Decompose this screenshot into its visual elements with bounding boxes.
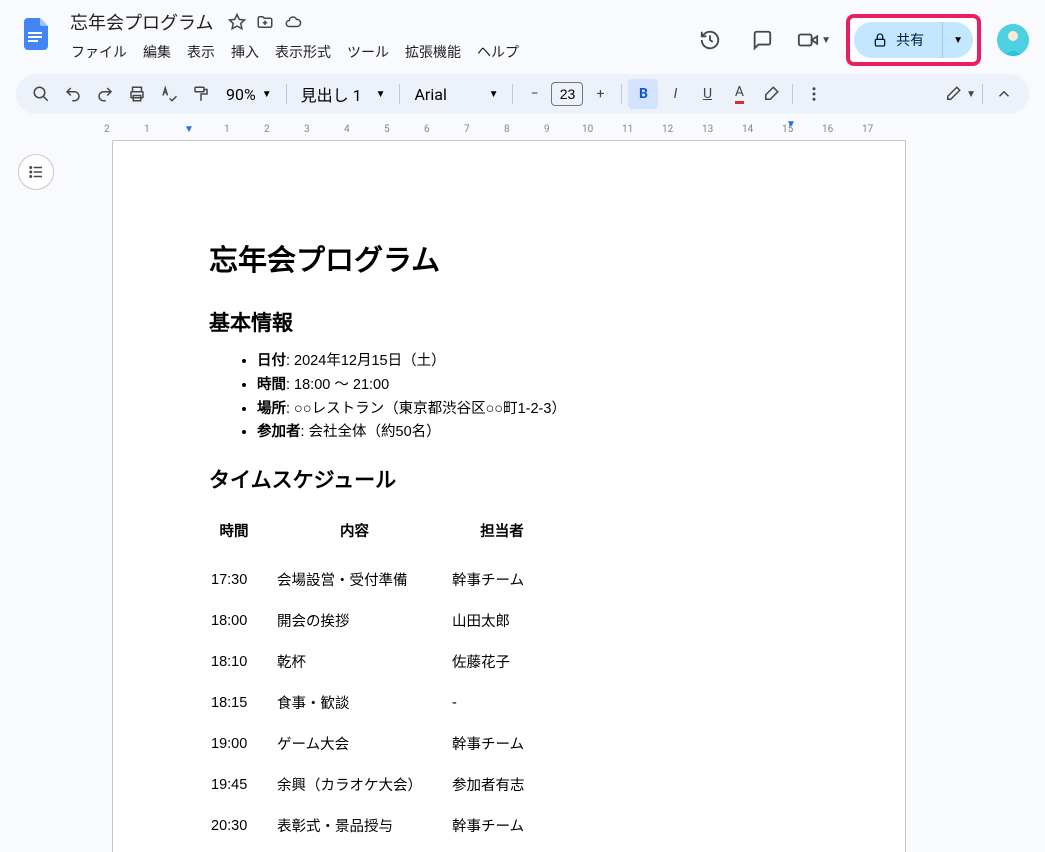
chevron-down-icon: ▼: [953, 35, 963, 46]
menu-extensions[interactable]: 拡張機能: [398, 38, 468, 66]
indent-marker-icon[interactable]: ▼: [184, 124, 194, 135]
doc-content-title: 忘年会プログラム: [209, 237, 809, 279]
undo-icon[interactable]: [58, 79, 88, 109]
share-label: 共有: [896, 30, 924, 50]
zoom-dropdown[interactable]: 90% ▼: [218, 85, 280, 104]
redo-icon[interactable]: [90, 79, 120, 109]
horizontal-ruler[interactable]: 2 1 ▼ 1 2 3 4 5 6 7 8 9 10 11 12 13 14 1…: [72, 122, 1029, 138]
schedule-table: 時間 内容 担当者 17:30会場設営・受付準備幹事チーム18:00開会の挨拶山…: [209, 508, 570, 846]
chevron-down-icon: ▼: [262, 89, 272, 100]
highlight-color-button[interactable]: [756, 79, 786, 109]
spellcheck-icon[interactable]: [154, 79, 184, 109]
docs-logo[interactable]: [16, 8, 56, 60]
menu-tools[interactable]: ツール: [340, 38, 396, 66]
toolbar: 90% ▼ 見出し 1 ▼ Arial ▼ − + B I U A ▼: [16, 74, 1029, 114]
paint-format-icon[interactable]: [186, 79, 216, 109]
table-row: 17:30会場設営・受付準備幹事チーム: [209, 559, 570, 600]
italic-button[interactable]: I: [660, 79, 690, 109]
menu-bar: ファイル 編集 表示 挿入 表示形式 ツール 拡張機能 ヘルプ: [64, 38, 690, 66]
menu-view[interactable]: 表示: [180, 38, 222, 66]
font-size-input[interactable]: [551, 82, 583, 106]
bold-button[interactable]: B: [628, 79, 658, 109]
edit-mode-button[interactable]: ▼: [944, 79, 976, 109]
separator: [512, 84, 513, 104]
document-page[interactable]: 忘年会プログラム 基本情報 日付: 2024年12月15日（土） 時間: 18:…: [112, 140, 906, 852]
star-icon[interactable]: [227, 12, 247, 32]
chevron-down-icon: ▼: [376, 89, 386, 100]
more-tools-icon[interactable]: [799, 79, 829, 109]
separator: [399, 84, 400, 104]
section-heading: タイムスケジュール: [209, 464, 809, 494]
menu-format[interactable]: 表示形式: [268, 38, 338, 66]
meet-button[interactable]: ▼: [794, 20, 834, 60]
table-row: 19:45余興（カラオケ大会）参加者有志: [209, 764, 570, 805]
style-value: 見出し 1: [301, 82, 362, 106]
menu-file[interactable]: ファイル: [64, 38, 134, 66]
text-color-button[interactable]: A: [724, 79, 754, 109]
table-row: 18:00開会の挨拶山田太郎: [209, 600, 570, 641]
font-dropdown[interactable]: Arial ▼: [406, 85, 506, 104]
separator: [792, 84, 793, 104]
table-row: 18:10乾杯佐藤花子: [209, 641, 570, 682]
history-icon[interactable]: [690, 20, 730, 60]
separator: [982, 84, 983, 104]
table-row: 18:15食事・歓談-: [209, 682, 570, 723]
menu-edit[interactable]: 編集: [136, 38, 178, 66]
table-row: 20:30表彰式・景品授与幹事チーム: [209, 805, 570, 846]
table-row: 19:00ゲーム大会幹事チーム: [209, 723, 570, 764]
doc-title[interactable]: 忘年会プログラム: [64, 7, 219, 37]
share-button[interactable]: 共有: [854, 22, 943, 58]
vertical-ruler[interactable]: [72, 138, 88, 852]
print-icon[interactable]: [122, 79, 152, 109]
cloud-status-icon[interactable]: [283, 12, 303, 32]
menu-insert[interactable]: 挿入: [224, 38, 266, 66]
lock-icon: [872, 32, 888, 48]
separator: [621, 84, 622, 104]
zoom-value: 90%: [226, 85, 256, 104]
style-dropdown[interactable]: 見出し 1 ▼: [293, 82, 394, 106]
menu-help[interactable]: ヘルプ: [470, 38, 526, 66]
avatar[interactable]: [997, 24, 1029, 56]
basic-info-list: 日付: 2024年12月15日（土） 時間: 18:00 〜 21:00 場所:…: [257, 351, 809, 444]
chevron-down-icon: ▼: [821, 35, 831, 46]
indent-marker-icon[interactable]: ▼: [786, 119, 796, 130]
section-heading: 基本情報: [209, 307, 809, 337]
comments-icon[interactable]: [742, 20, 782, 60]
font-size-increase[interactable]: +: [585, 79, 615, 109]
share-dropdown[interactable]: ▼: [943, 22, 973, 58]
outline-toggle-icon[interactable]: [18, 154, 54, 190]
font-value: Arial: [414, 85, 446, 104]
search-menu-icon[interactable]: [26, 79, 56, 109]
separator: [286, 84, 287, 104]
font-size-decrease[interactable]: −: [519, 79, 549, 109]
underline-button[interactable]: U: [692, 79, 722, 109]
chevron-down-icon: ▼: [966, 89, 976, 100]
chevron-down-icon: ▼: [489, 89, 499, 100]
share-highlight-box: 共有 ▼: [846, 14, 981, 66]
move-folder-icon[interactable]: [255, 12, 275, 32]
collapse-toolbar-icon[interactable]: [989, 79, 1019, 109]
